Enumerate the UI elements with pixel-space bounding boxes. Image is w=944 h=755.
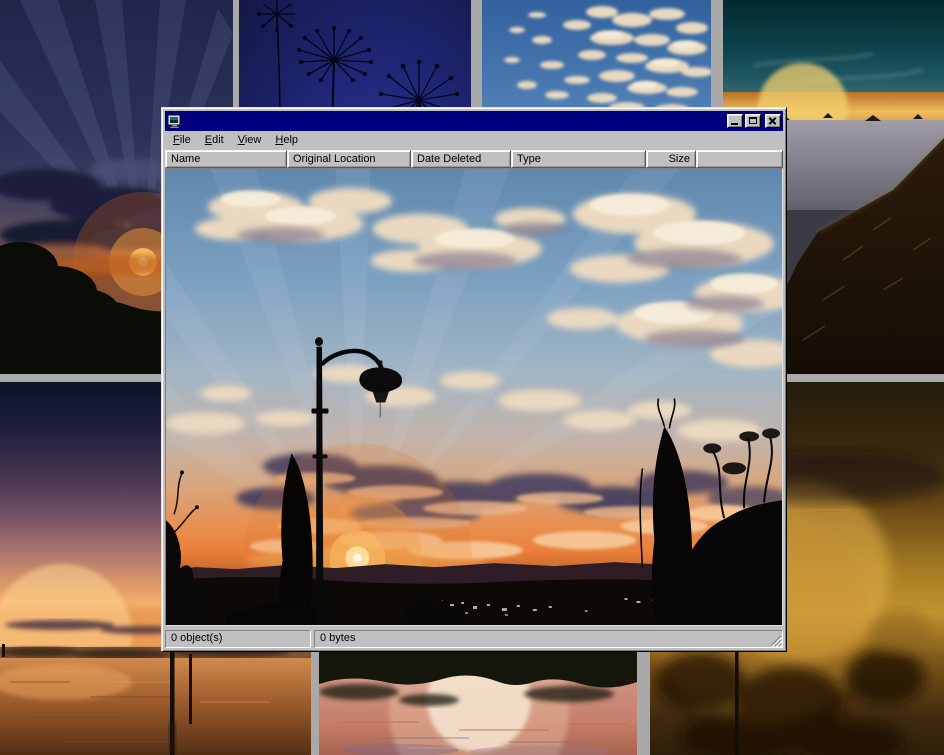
minimize-button[interactable] bbox=[727, 114, 743, 128]
desktop-collage-wallpaper: FileEditViewHelp NameOriginal LocationDa… bbox=[0, 0, 944, 755]
title-bar[interactable] bbox=[165, 111, 783, 131]
column-header-size[interactable]: Size bbox=[646, 150, 696, 168]
status-bytes: 0 bytes bbox=[314, 630, 783, 648]
list-view-area[interactable] bbox=[165, 168, 783, 626]
close-button[interactable] bbox=[765, 114, 781, 128]
menu-bar: FileEditViewHelp bbox=[165, 131, 783, 150]
status-objects: 0 object(s) bbox=[165, 630, 311, 648]
menu-file[interactable]: File bbox=[166, 132, 198, 149]
minimize-icon bbox=[731, 123, 738, 125]
column-header-original-location[interactable]: Original Location bbox=[287, 150, 411, 168]
column-header-name[interactable]: Name bbox=[165, 150, 287, 168]
menu-view[interactable]: View bbox=[231, 132, 269, 149]
computer-icon[interactable] bbox=[167, 114, 182, 129]
maximize-icon bbox=[749, 117, 757, 124]
column-header-blank[interactable] bbox=[696, 150, 783, 168]
maximize-button[interactable] bbox=[745, 114, 761, 128]
column-header-row: NameOriginal LocationDate DeletedTypeSiz… bbox=[165, 150, 783, 168]
recycle-bin-window: FileEditViewHelp NameOriginal LocationDa… bbox=[161, 107, 787, 652]
column-header-date-deleted[interactable]: Date Deleted bbox=[411, 150, 511, 168]
resize-grip-icon[interactable] bbox=[769, 634, 782, 647]
menu-edit[interactable]: Edit bbox=[198, 132, 231, 149]
lamp-sunset-photo bbox=[166, 169, 782, 625]
status-bar: 0 object(s) 0 bytes bbox=[165, 628, 783, 648]
column-header-type[interactable]: Type bbox=[511, 150, 646, 168]
menu-help[interactable]: Help bbox=[268, 132, 305, 149]
